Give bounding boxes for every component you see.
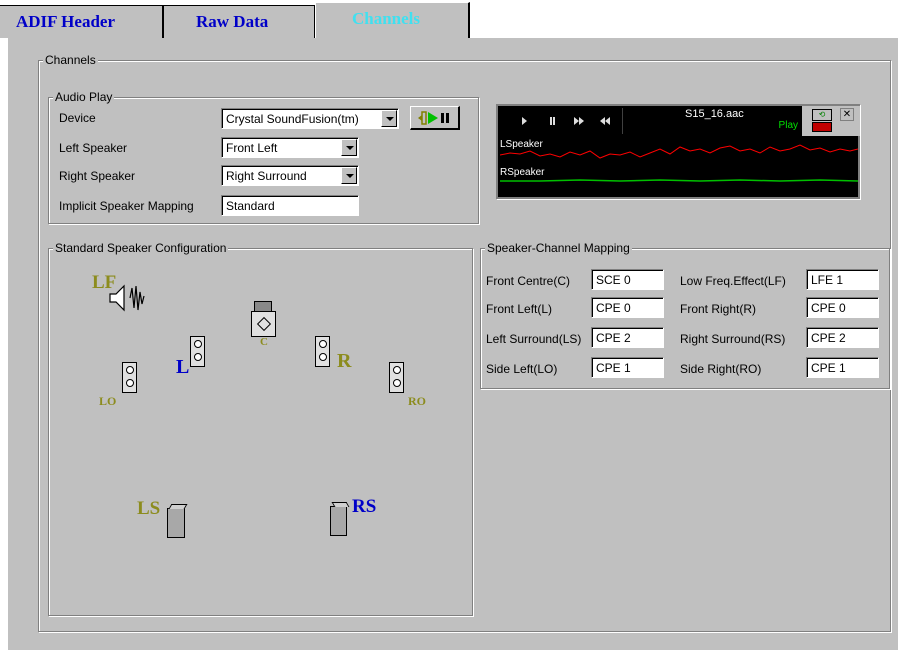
chevron-down-icon[interactable]	[341, 139, 357, 156]
loop-icon[interactable]: ⟲	[812, 109, 832, 121]
tab-label: Channels	[352, 9, 421, 28]
mapping-title: Speaker-Channel Mapping	[485, 241, 632, 255]
field-value: CPE 2	[811, 331, 846, 345]
player-controls	[500, 108, 620, 134]
field-value: CPE 0	[596, 301, 631, 315]
tab-adif-header[interactable]: ADIF Header	[0, 5, 163, 38]
ro-label: RO	[408, 394, 426, 408]
side-left-speaker-icon	[122, 362, 137, 393]
right-speaker-icon	[315, 336, 330, 367]
pause-icon[interactable]	[550, 117, 552, 125]
mapping-label-front-centre: Front Centre(C)	[486, 274, 571, 288]
mapping-label-left-surround: Left Surround(LS)	[486, 332, 582, 346]
left-speaker-select[interactable]: Front Left	[221, 137, 359, 158]
mapping-label-front-right: Front Right(R)	[680, 302, 757, 316]
mapping-label-right-surround: Right Surround(RS)	[680, 332, 786, 346]
right-speaker-value: Right Surround	[226, 169, 307, 183]
lo-label: LO	[99, 394, 117, 408]
mapping-label-side-right: Side Right(RO)	[680, 362, 762, 376]
mapping-field-left-surround[interactable]: CPE 2	[591, 327, 664, 348]
play-icon[interactable]	[522, 117, 527, 125]
mapping-field-side-right[interactable]: CPE 1	[806, 357, 879, 378]
waveform-graph	[500, 144, 858, 182]
device-select-value: Crystal SoundFusion(tm)	[226, 112, 359, 126]
fast-forward-icon-b	[579, 117, 584, 125]
left-waveform	[500, 144, 858, 159]
close-icon[interactable]: ✕	[840, 108, 854, 121]
mapping-label-lfe: Low Freq.Effect(LF)	[680, 274, 786, 288]
media-player: S15_16.aac Play ⟲ ✕ LSpeaker RSpeaker	[496, 104, 860, 199]
player-filename: S15_16.aac	[685, 108, 744, 120]
center-speaker-icon	[251, 301, 276, 338]
chevron-down-icon[interactable]	[381, 110, 397, 127]
speaker-play-pause-icon	[418, 111, 449, 125]
field-value: SCE 0	[596, 273, 631, 287]
rewind-icon-b	[605, 117, 610, 125]
field-value: CPE 1	[811, 361, 846, 375]
field-value: CPE 1	[596, 361, 631, 375]
subwoofer-icon	[109, 284, 145, 312]
mapping-field-lfe[interactable]: LFE 1	[806, 269, 879, 290]
implicit-mapping-value: Standard	[226, 199, 275, 213]
implicit-mapping-field[interactable]: Standard	[221, 195, 359, 216]
implicit-mapping-label: Implicit Speaker Mapping	[59, 199, 194, 213]
device-label: Device	[59, 111, 96, 125]
right-surround-speaker-icon	[330, 502, 350, 536]
player-display: S15_16.aac Play	[622, 108, 800, 134]
tab-panel: Channels Audio Play Device Crystal Sound…	[8, 38, 898, 650]
l-label: L	[176, 356, 190, 378]
side-right-speaker-icon	[389, 362, 404, 393]
tab-label: Raw Data	[196, 12, 269, 31]
mapping-label-front-left: Front Left(L)	[486, 302, 553, 316]
right-waveform	[500, 179, 858, 182]
left-surround-speaker-icon	[167, 504, 188, 538]
mapping-field-side-left[interactable]: CPE 1	[591, 357, 664, 378]
player-status: Play	[778, 120, 798, 131]
field-value: LFE 1	[811, 273, 844, 287]
left-speaker-icon	[190, 336, 205, 367]
player-buttons: ⟲ ✕	[802, 106, 860, 136]
tab-channels[interactable]: Channels	[315, 2, 470, 38]
mapping-field-front-centre[interactable]: SCE 0	[591, 269, 664, 290]
r-label: R	[337, 350, 352, 372]
speaker-config-title: Standard Speaker Configuration	[53, 241, 229, 255]
audio-play-title: Audio Play	[53, 90, 115, 104]
rs-label: RS	[352, 496, 377, 517]
left-speaker-label: Left Speaker	[59, 141, 128, 155]
device-select[interactable]: Crystal SoundFusion(tm)	[221, 108, 399, 129]
mapping-field-front-left[interactable]: CPE 0	[591, 297, 664, 318]
mapping-field-right-surround[interactable]: CPE 2	[806, 327, 879, 348]
ls-label: LS	[137, 498, 161, 519]
mapping-field-front-right[interactable]: CPE 0	[806, 297, 879, 318]
play-pause-button[interactable]	[410, 106, 460, 130]
wave-toggle-icon[interactable]	[812, 122, 832, 132]
waveform-area: LSpeaker RSpeaker	[500, 137, 858, 197]
tab-label: ADIF Header	[16, 12, 115, 31]
right-speaker-select[interactable]: Right Surround	[221, 165, 359, 186]
channels-group-title: Channels	[43, 53, 98, 67]
field-value: CPE 2	[596, 331, 631, 345]
mapping-label-side-left: Side Left(LO)	[486, 362, 558, 376]
chevron-down-icon[interactable]	[341, 167, 357, 184]
field-value: CPE 0	[811, 301, 846, 315]
c-label: C	[260, 336, 268, 348]
left-speaker-value: Front Left	[226, 141, 278, 155]
tab-raw-data[interactable]: Raw Data	[163, 5, 315, 38]
right-speaker-label: Right Speaker	[59, 169, 136, 183]
